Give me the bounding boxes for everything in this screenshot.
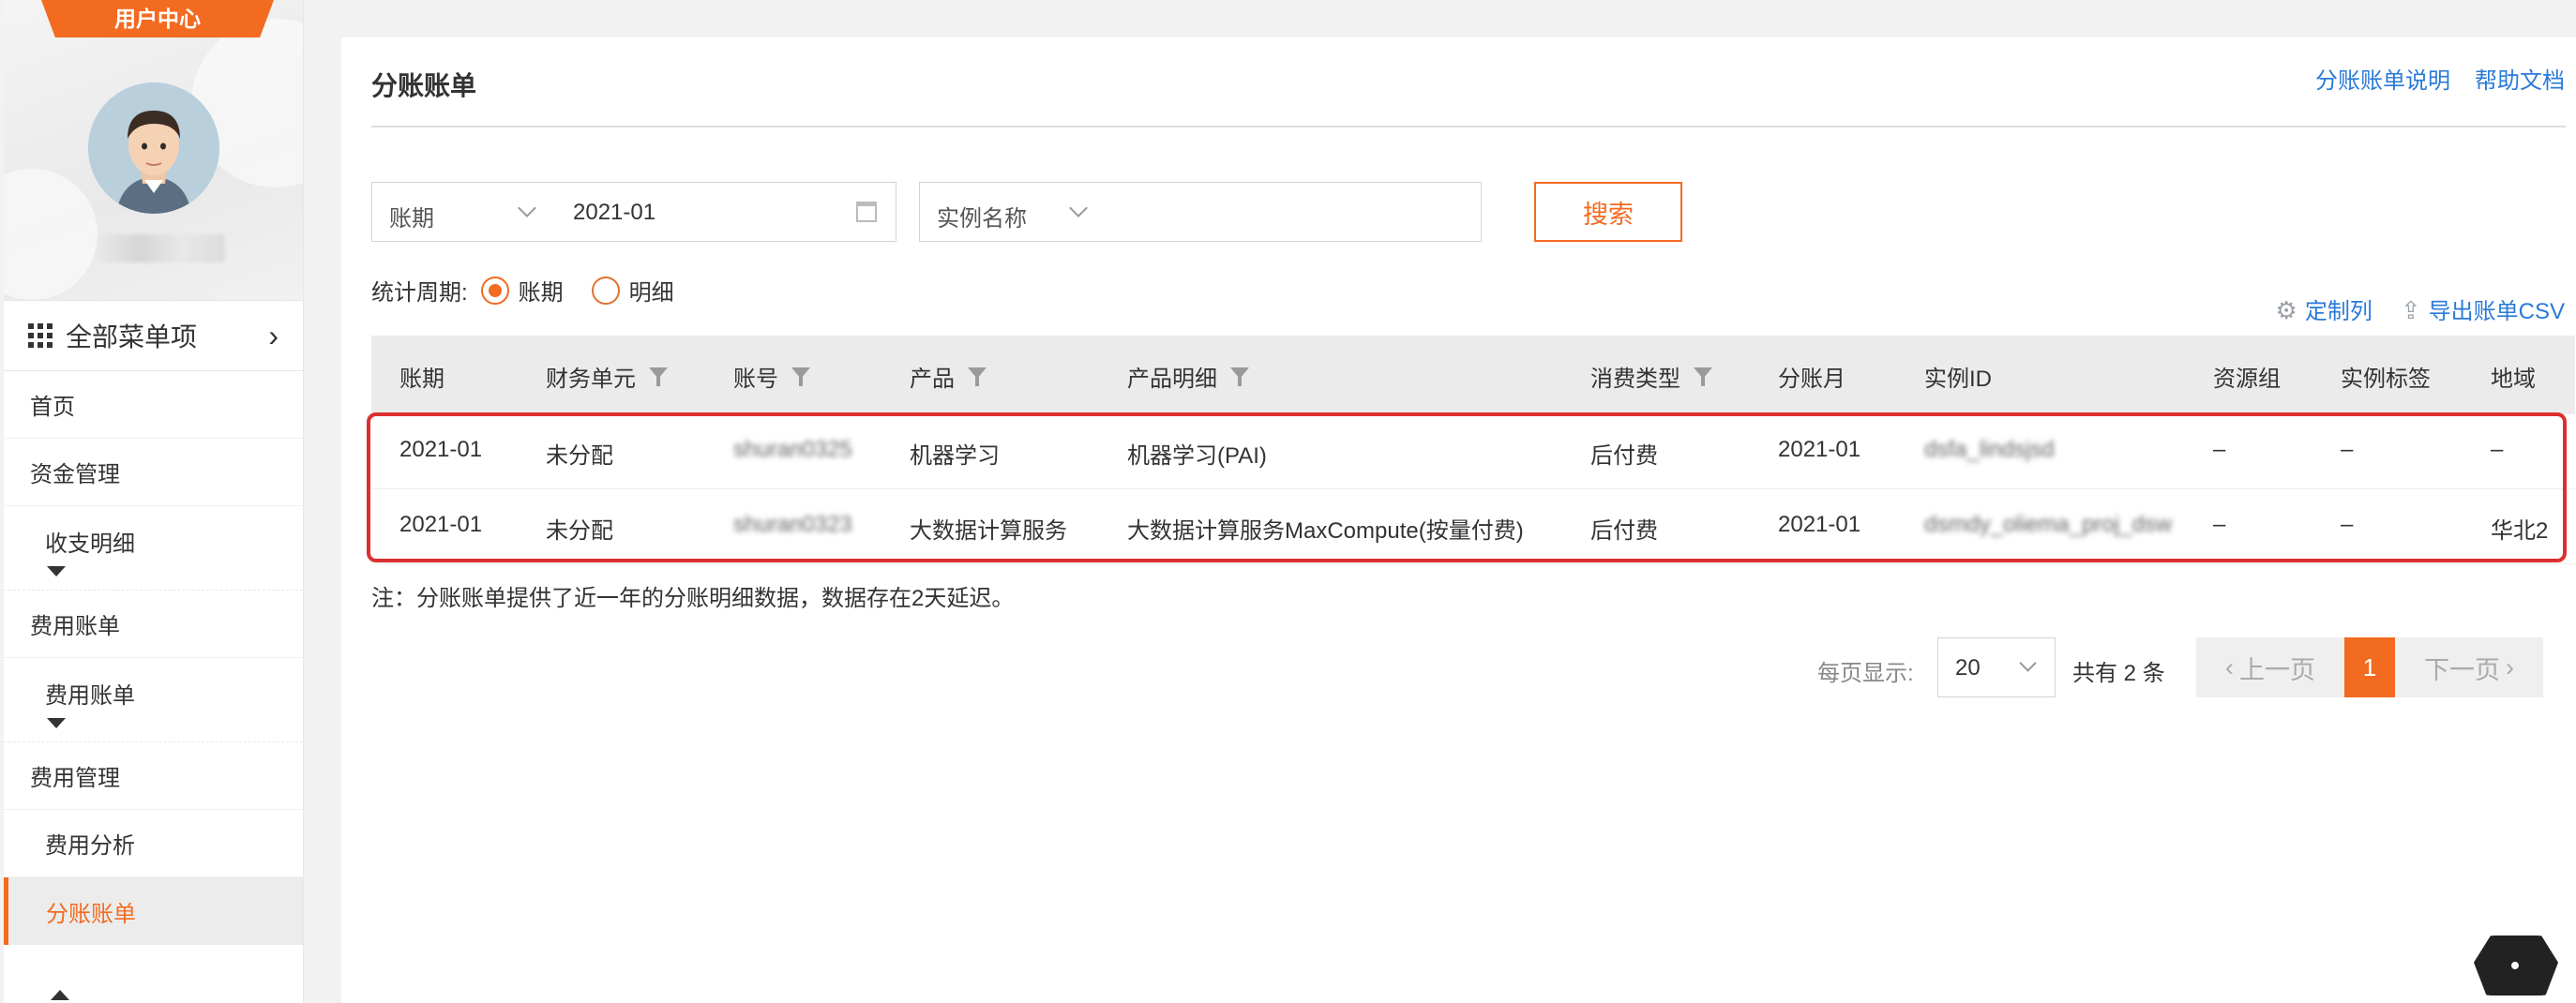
prev-page-label: 上一页 [2239, 655, 2315, 684]
nav-fee-analysis[interactable]: 费用分析 [4, 810, 303, 877]
highlight-box [367, 412, 2567, 562]
header-cell[interactable]: 产品明细 [1127, 360, 1249, 393]
stat-period-label: 统计周期: [371, 280, 468, 306]
split-bill-help-link[interactable]: 分账账单说明 [2315, 62, 2450, 95]
header-cell[interactable]: 账号 [733, 360, 810, 393]
user-center-tab[interactable]: 用户中心 [41, 0, 274, 37]
header-cell: 账期 [399, 367, 444, 392]
instance-filter[interactable]: 实例名称 [919, 182, 1482, 242]
filter-icon[interactable] [791, 366, 810, 388]
header-cell: 实例标签 [2341, 367, 2431, 392]
radio-detail[interactable] [591, 276, 620, 305]
floating-assistant-button[interactable] [2474, 936, 2558, 996]
nav-home[interactable]: 首页 [4, 371, 303, 439]
next-page-button[interactable]: 下一页 › [2395, 637, 2543, 697]
search-button[interactable]: 搜索 [1534, 182, 1682, 242]
next-page-label: 下一页 [2424, 655, 2500, 684]
nav-fee-bill-label: 费用账单 [45, 683, 135, 709]
nav-income-detail-label: 收支明细 [45, 531, 135, 557]
chevron-down-icon [2019, 654, 2037, 672]
calendar-icon[interactable] [856, 202, 877, 222]
table-header: 账期 财务单元 账号 产品 产品明细 消费类型 分账月 实例ID 资源组 实例标… [371, 336, 2575, 414]
sidebar: 用户中心 全部菜单项 › 首页 资金管理 收支明细 费用账单 费用账单 费用管理… [4, 0, 304, 1003]
all-menu-label: 全部菜单项 [66, 322, 198, 352]
filter-icon[interactable] [1230, 366, 1249, 388]
instance-select-label[interactable]: 实例名称 [937, 200, 1027, 232]
main-panel: 分账账单 分账账单说明 帮助文档 账期 2021-01 实例名称 搜索 统计周期… [341, 37, 2576, 1003]
nav-fund-management[interactable]: 资金管理 [4, 439, 303, 506]
avatar[interactable] [88, 82, 219, 214]
chevron-right-icon: › [2506, 652, 2514, 681]
grid-icon [28, 323, 53, 348]
export-csv-label: 导出账单CSV [2428, 299, 2565, 324]
upload-icon: ⇪ [2400, 296, 2421, 324]
header-cell: 资源组 [2213, 367, 2281, 392]
nav-fee-bill-group[interactable]: 费用账单 [4, 591, 303, 658]
page-number-current[interactable]: 1 [2344, 637, 2395, 697]
chevron-down-icon[interactable] [518, 199, 536, 217]
stat-period: 统计周期: 账期 明细 [371, 274, 674, 307]
all-menu-toggle[interactable]: 全部菜单项 › [4, 300, 303, 371]
header-cell[interactable]: 财务单元 [546, 360, 668, 393]
radio-detail-label[interactable]: 明细 [629, 274, 674, 307]
custom-columns-label: 定制列 [2304, 299, 2373, 324]
period-date-value[interactable]: 2021-01 [573, 200, 655, 226]
top-links: 分账账单说明 帮助文档 [2315, 62, 2565, 95]
per-page-select[interactable]: 20 [1937, 637, 2056, 697]
header-cell: 地域 [2491, 367, 2536, 392]
divider [371, 126, 2566, 127]
profile-panel: 用户中心 [4, 0, 303, 300]
expand-down-icon[interactable] [47, 566, 66, 576]
radio-period[interactable] [480, 276, 509, 305]
prev-page-button[interactable]: ‹ 上一页 [2196, 637, 2344, 697]
export-csv-button[interactable]: ⇪ 导出账单CSV [2401, 292, 2565, 325]
header-cell[interactable]: 消费类型 [1590, 360, 1712, 393]
header-cell[interactable]: 产品 [910, 360, 987, 393]
page-title: 分账账单 [371, 71, 477, 100]
nav-income-detail[interactable]: 收支明细 [4, 506, 303, 591]
expand-down-icon[interactable] [47, 718, 66, 728]
per-page-label: 每页显示: [1817, 661, 1914, 686]
total-count: 共有 2 条 [2072, 661, 2165, 686]
period-select-label[interactable]: 账期 [389, 200, 434, 232]
chevron-down-icon[interactable] [1069, 199, 1088, 217]
help-doc-link[interactable]: 帮助文档 [2475, 62, 2565, 95]
custom-columns-button[interactable]: ⚙ 定制列 [2276, 292, 2373, 325]
nav-fee-bill[interactable]: 费用账单 [4, 658, 303, 742]
filter-icon[interactable] [968, 366, 987, 388]
collapse-up-icon[interactable] [51, 990, 69, 1000]
header-cell: 分账月 [1778, 367, 1845, 392]
table-tools: ⚙ 定制列 ⇪ 导出账单CSV [2276, 292, 2565, 325]
username-blurred [98, 234, 225, 262]
gear-icon: ⚙ [2275, 296, 2297, 324]
per-page-value: 20 [1955, 655, 1981, 681]
period-filter[interactable]: 账期 2021-01 [371, 182, 896, 242]
note-text: 注：分账账单提供了近一年的分账明细数据，数据存在2天延迟。 [371, 586, 1015, 611]
filter-icon[interactable] [1694, 366, 1712, 388]
nav-fee-management[interactable]: 费用管理 [4, 742, 303, 810]
nav-split-bill[interactable]: 分账账单 [4, 877, 303, 945]
header-cell: 实例ID [1924, 367, 1992, 392]
radio-period-label[interactable]: 账期 [519, 274, 564, 307]
chevron-right-icon: › [268, 318, 279, 352]
chevron-left-icon: ‹ [2225, 652, 2234, 681]
filter-icon[interactable] [649, 366, 668, 388]
